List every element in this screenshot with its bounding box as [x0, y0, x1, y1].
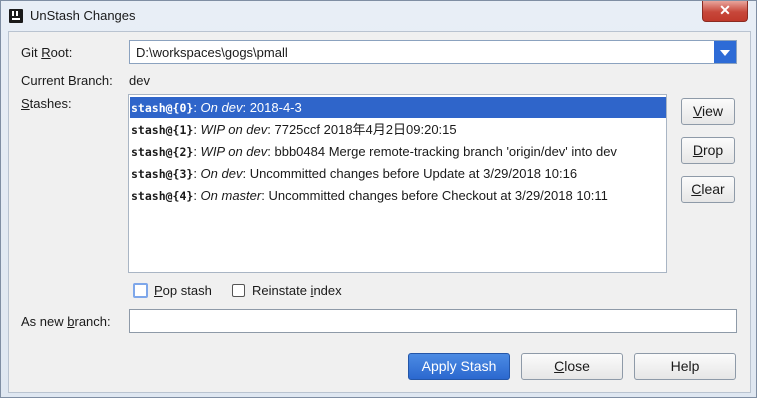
unstash-dialog: UnStash Changes ✕ Git Root: D:\workspace…	[0, 0, 757, 398]
dialog-content: Git Root: D:\workspaces\gogs\pmall Curre…	[8, 31, 751, 393]
close-icon: ✕	[719, 2, 731, 18]
current-branch-label: Current Branch:	[21, 73, 113, 88]
pop-stash-checkbox[interactable]	[133, 283, 148, 298]
intellij-app-icon	[9, 9, 23, 23]
title-bar: UnStash Changes ✕	[1, 1, 756, 31]
view-button[interactable]: View	[681, 98, 735, 125]
reinstate-index-checkbox[interactable]	[232, 284, 245, 297]
stash-list-item[interactable]: stash@{1}: WIP on dev: 7725ccf 2018年4月2日…	[130, 119, 666, 140]
stash-list-item[interactable]: stash@{4}: On master: Uncommitted change…	[130, 185, 666, 206]
pop-stash-label[interactable]: Pop stash	[154, 283, 212, 298]
window-close-button[interactable]: ✕	[702, 1, 748, 22]
new-branch-input[interactable]	[129, 309, 737, 333]
drop-button[interactable]: Drop	[681, 137, 735, 164]
help-button[interactable]: Help	[634, 353, 736, 380]
stash-list-item[interactable]: stash@{3}: On dev: Uncommitted changes b…	[130, 163, 666, 184]
chevron-down-icon[interactable]	[714, 41, 736, 63]
apply-stash-button[interactable]: Apply Stash	[408, 353, 510, 380]
stashes-label: Stashes:	[21, 96, 72, 111]
stash-list-item[interactable]: stash@{0}: On dev: 2018-4-3	[130, 97, 666, 118]
stash-list-item[interactable]: stash@{2}: WIP on dev: bbb0484 Merge rem…	[130, 141, 666, 162]
clear-button[interactable]: Clear	[681, 176, 735, 203]
git-root-select[interactable]: D:\workspaces\gogs\pmall	[129, 40, 737, 64]
new-branch-label: As new branch:	[21, 314, 111, 329]
stash-list[interactable]: stash@{0}: On dev: 2018-4-3 stash@{1}: W…	[128, 94, 667, 273]
git-root-value: D:\workspaces\gogs\pmall	[136, 45, 288, 60]
current-branch-value: dev	[129, 73, 150, 88]
git-root-label: Git Root:	[21, 45, 73, 60]
close-button[interactable]: Close	[521, 353, 623, 380]
reinstate-index-label[interactable]: Reinstate index	[252, 283, 342, 298]
window-title: UnStash Changes	[30, 8, 136, 23]
